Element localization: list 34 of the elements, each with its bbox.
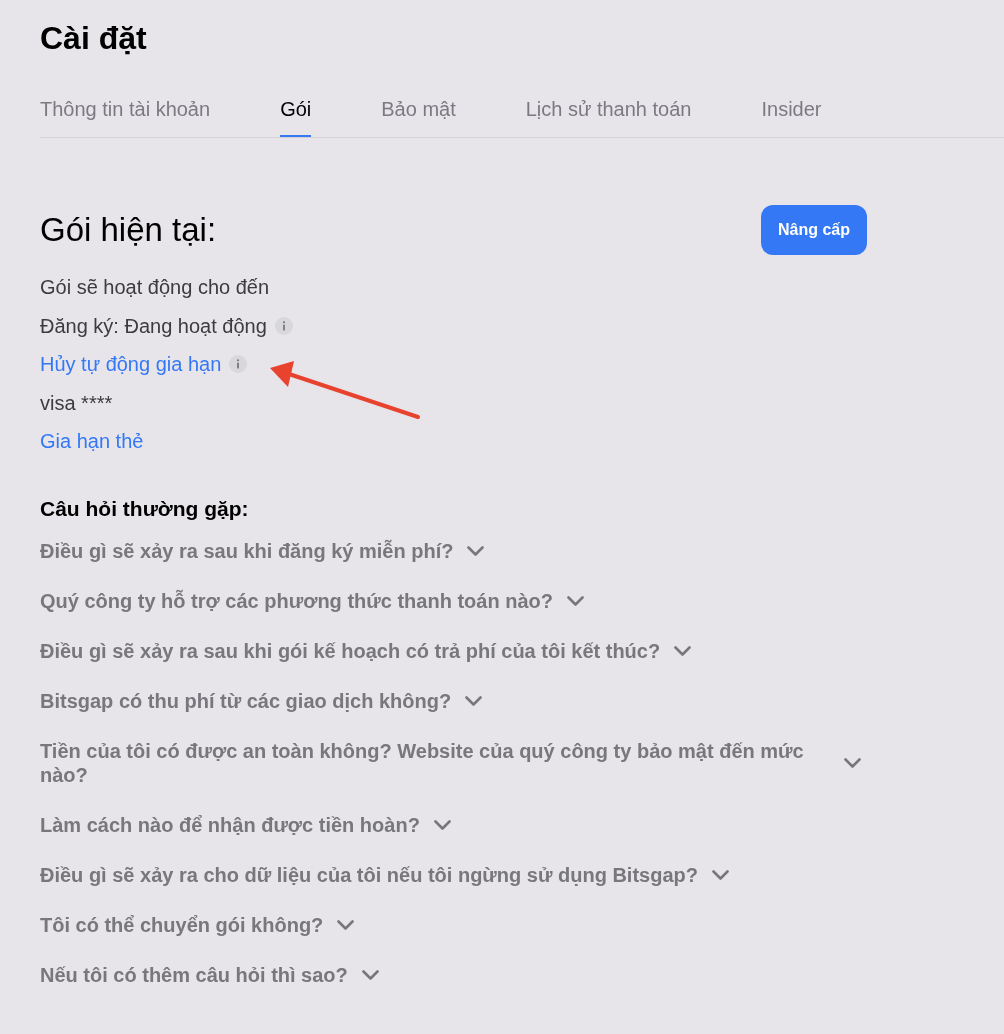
faq-question[interactable]: Quý công ty hỗ trợ các phương thức thanh toán nào?: [40, 588, 553, 613]
info-icon[interactable]: [229, 355, 248, 374]
faq-question[interactable]: Bitsgap có thu phí từ các giao dịch không?: [40, 688, 452, 713]
chevron-down-icon[interactable]: [337, 919, 355, 930]
tab[interactable]: Insider: [761, 97, 822, 137]
plan-heading: Gói hiện tại:: [40, 210, 217, 250]
faq-question[interactable]: Tôi có thể chuyển gói không?: [40, 912, 324, 937]
chevron-down-icon[interactable]: [433, 819, 451, 830]
upgrade-button[interactable]: Nâng cấp: [761, 205, 867, 255]
chevron-down-icon[interactable]: [566, 595, 584, 606]
page-title: Cài đặt: [40, 20, 148, 56]
tab[interactable]: Lịch sử thanh toán: [525, 97, 692, 137]
link[interactable]: Gia hạn thẻ: [40, 429, 144, 454]
chevron-down-icon[interactable]: [361, 969, 379, 980]
plan-info-text: Gói sẽ hoạt động cho đến: [40, 275, 270, 300]
plan-info-text: Đăng ký: Đang hoạt động: [40, 313, 267, 338]
link[interactable]: Hủy tự động gia hạn: [40, 352, 222, 377]
plan-info-text: visa ****: [40, 390, 113, 415]
faq-question[interactable]: Điều gì sẽ xảy ra sau khi đăng ký miễn phí?: [40, 538, 454, 563]
faq-question[interactable]: Điều gì sẽ xảy ra sau khi gói kế hoạch có trả phí của tôi kết thúc?: [40, 638, 661, 663]
chevron-down-icon[interactable]: [844, 757, 861, 768]
faq-question[interactable]: Điều gì sẽ xảy ra cho dữ liệu của tôi nếu tôi ngừng sử dụng Bitsgap?: [40, 862, 698, 887]
faq-question[interactable]: Nếu tôi có thêm câu hỏi thì sao?: [40, 962, 348, 987]
chevron-down-icon[interactable]: [674, 645, 692, 656]
faq-question[interactable]: Tiền của tôi có được an toàn không? Website của quý công ty bảo mật đến mức nào?: [40, 738, 830, 787]
chevron-down-icon[interactable]: [467, 545, 485, 556]
info-icon[interactable]: [274, 316, 293, 335]
tab[interactable]: Gói: [280, 97, 312, 137]
tab[interactable]: Bảo mật: [381, 97, 456, 137]
faq-question[interactable]: Làm cách nào để nhận được tiền hoàn?: [40, 812, 420, 837]
tab[interactable]: Thông tin tài khoản: [40, 97, 211, 137]
chevron-down-icon[interactable]: [465, 695, 483, 706]
chevron-down-icon[interactable]: [711, 869, 729, 880]
faq-heading: Câu hỏi thường gặp:: [40, 496, 250, 521]
